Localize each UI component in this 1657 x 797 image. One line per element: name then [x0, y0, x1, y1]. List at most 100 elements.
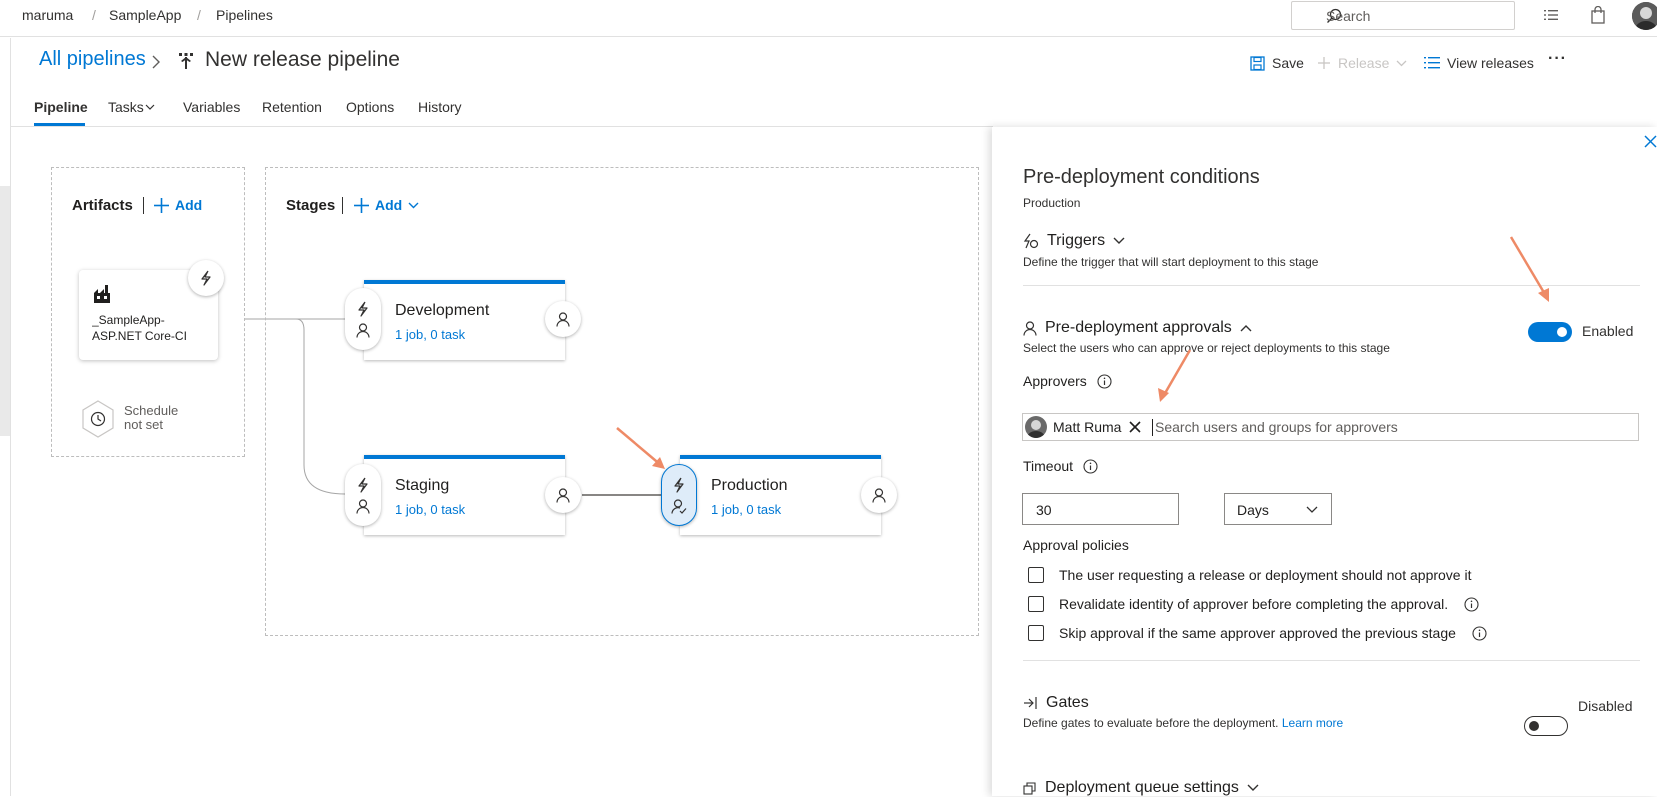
- schedule-status[interactable]: Schedule not set: [124, 404, 178, 432]
- gates-description: Define gates to evaluate before the depl…: [1023, 716, 1343, 730]
- view-releases-button[interactable]: View releases: [1424, 55, 1534, 71]
- gates-title: Gates: [1046, 694, 1089, 711]
- person-icon: [356, 322, 370, 338]
- post-deployment-conditions-production[interactable]: [861, 477, 897, 513]
- search-box[interactable]: Search: [1291, 1, 1515, 30]
- plus-icon: [354, 197, 369, 213]
- policy-checkbox[interactable]: [1028, 596, 1044, 612]
- continuous-deployment-trigger-button[interactable]: [188, 260, 224, 296]
- pre-deployment-conditions-production[interactable]: [661, 464, 697, 526]
- schedule-icon[interactable]: [81, 400, 115, 438]
- save-icon: [1250, 55, 1265, 71]
- post-deployment-conditions-development[interactable]: [545, 301, 581, 337]
- release-button[interactable]: Release: [1317, 55, 1407, 71]
- remove-approver-icon[interactable]: [1129, 421, 1141, 433]
- view-releases-label: View releases: [1447, 55, 1534, 71]
- approver-avatar: [1025, 416, 1047, 438]
- schedule-line2: not set: [124, 417, 164, 432]
- lightning-icon: [199, 270, 213, 286]
- divider: [1023, 660, 1640, 661]
- pre-deployment-conditions-development[interactable]: [345, 288, 381, 350]
- artifact-name-line2: ASP.NET Core-CI: [92, 329, 187, 343]
- policy-checkbox[interactable]: [1028, 625, 1044, 641]
- timeout-label: Timeout: [1023, 458, 1098, 474]
- approvers-label: Approvers: [1023, 373, 1112, 389]
- approvers-picker[interactable]: Matt Ruma: [1022, 413, 1639, 441]
- plus-icon: [1317, 56, 1331, 70]
- stage-card-development[interactable]: Development 1 job, 0 task: [364, 280, 565, 360]
- artifact-name-line1: _SampleApp-: [92, 313, 165, 327]
- separator: [342, 197, 343, 214]
- lightning-icon: [672, 477, 686, 493]
- lightning-icon: [356, 477, 370, 493]
- person-check-icon: [671, 498, 687, 514]
- save-label: Save: [1272, 55, 1304, 71]
- triggers-title: Triggers: [1047, 232, 1106, 249]
- stage-card-production[interactable]: Production 1 job, 0 task: [680, 455, 881, 535]
- approval-policies-label: Approval policies: [1023, 537, 1129, 553]
- person-icon: [356, 498, 370, 514]
- policy-label: The user requesting a release or deploym…: [1059, 567, 1472, 583]
- post-deployment-conditions-staging[interactable]: [545, 477, 581, 513]
- stage-jobs-link[interactable]: 1 job, 0 task: [711, 502, 781, 517]
- add-stage-label: Add: [375, 197, 403, 213]
- stage-card-staging[interactable]: Staging 1 job, 0 task: [364, 455, 565, 535]
- queue-title: Deployment queue settings: [1045, 779, 1239, 796]
- search-placeholder: Search: [1326, 8, 1371, 24]
- lightning-icon: [356, 301, 370, 317]
- list-icon: [1424, 57, 1440, 69]
- add-artifact-label: Add: [175, 197, 203, 213]
- add-stage-button[interactable]: Add: [354, 197, 419, 213]
- chevron-down-icon: [1247, 784, 1259, 792]
- policy-checkbox[interactable]: [1028, 567, 1044, 583]
- marketplace-bag-icon[interactable]: [1590, 6, 1606, 24]
- task-list-icon[interactable]: [1543, 7, 1559, 23]
- person-icon: [556, 311, 570, 327]
- stages-section: [265, 167, 979, 636]
- queue-icon: [1023, 781, 1037, 795]
- artifact-name: _SampleApp- ASP.NET Core-CI: [92, 312, 212, 344]
- timeout-input[interactable]: 30: [1022, 493, 1179, 525]
- person-icon: [872, 487, 886, 503]
- stages-title: Stages: [286, 197, 336, 214]
- gates-toggle-label: Disabled: [1578, 698, 1633, 714]
- policy-row[interactable]: Revalidate identity of approver before c…: [1028, 596, 1479, 612]
- person-icon: [1023, 320, 1037, 336]
- release-label: Release: [1338, 55, 1390, 71]
- save-button[interactable]: Save: [1250, 55, 1304, 71]
- gate-icon: [1023, 696, 1038, 710]
- stage-name: Staging: [395, 477, 450, 494]
- stage-jobs-link[interactable]: 1 job, 0 task: [395, 327, 465, 342]
- timeout-unit-value: Days: [1237, 502, 1269, 518]
- add-artifact-button[interactable]: Add: [154, 197, 202, 213]
- timeout-unit-select[interactable]: Days: [1224, 493, 1332, 525]
- panel-title: Pre-deployment conditions: [1023, 166, 1260, 188]
- policy-label: Skip approval if the same approver appro…: [1059, 625, 1456, 641]
- more-actions-button[interactable]: ···: [1548, 50, 1567, 68]
- schedule-line1: Schedule: [124, 403, 179, 418]
- panel-stage-name: Production: [1023, 196, 1081, 210]
- info-icon[interactable]: [1464, 596, 1479, 612]
- person-icon: [556, 487, 570, 503]
- close-icon[interactable]: [1644, 135, 1657, 148]
- plus-icon: [154, 197, 169, 213]
- gates-section-header[interactable]: Gates: [1023, 694, 1089, 712]
- artifacts-title: Artifacts: [72, 197, 133, 214]
- policy-row[interactable]: Skip approval if the same approver appro…: [1028, 625, 1487, 641]
- annotation-arrows: [1158, 236, 1549, 402]
- pre-deployment-conditions-staging[interactable]: [345, 464, 381, 526]
- stage-jobs-link[interactable]: 1 job, 0 task: [395, 502, 465, 517]
- separator: [143, 197, 144, 214]
- approvers-label-text: Approvers: [1023, 373, 1087, 389]
- deployment-queue-section-header[interactable]: Deployment queue settings: [1023, 779, 1259, 797]
- chevron-down-icon: [408, 202, 419, 209]
- info-icon[interactable]: [1472, 625, 1487, 641]
- policy-row[interactable]: The user requesting a release or deploym…: [1028, 567, 1471, 583]
- user-avatar[interactable]: [1632, 2, 1657, 30]
- gates-toggle[interactable]: [1524, 716, 1568, 736]
- stage-name: Production: [711, 477, 788, 494]
- learn-more-link[interactable]: Learn more: [1282, 716, 1343, 730]
- approvers-search-input[interactable]: [1151, 416, 1631, 438]
- text-caret: [1152, 419, 1153, 436]
- info-icon[interactable]: [1083, 458, 1098, 474]
